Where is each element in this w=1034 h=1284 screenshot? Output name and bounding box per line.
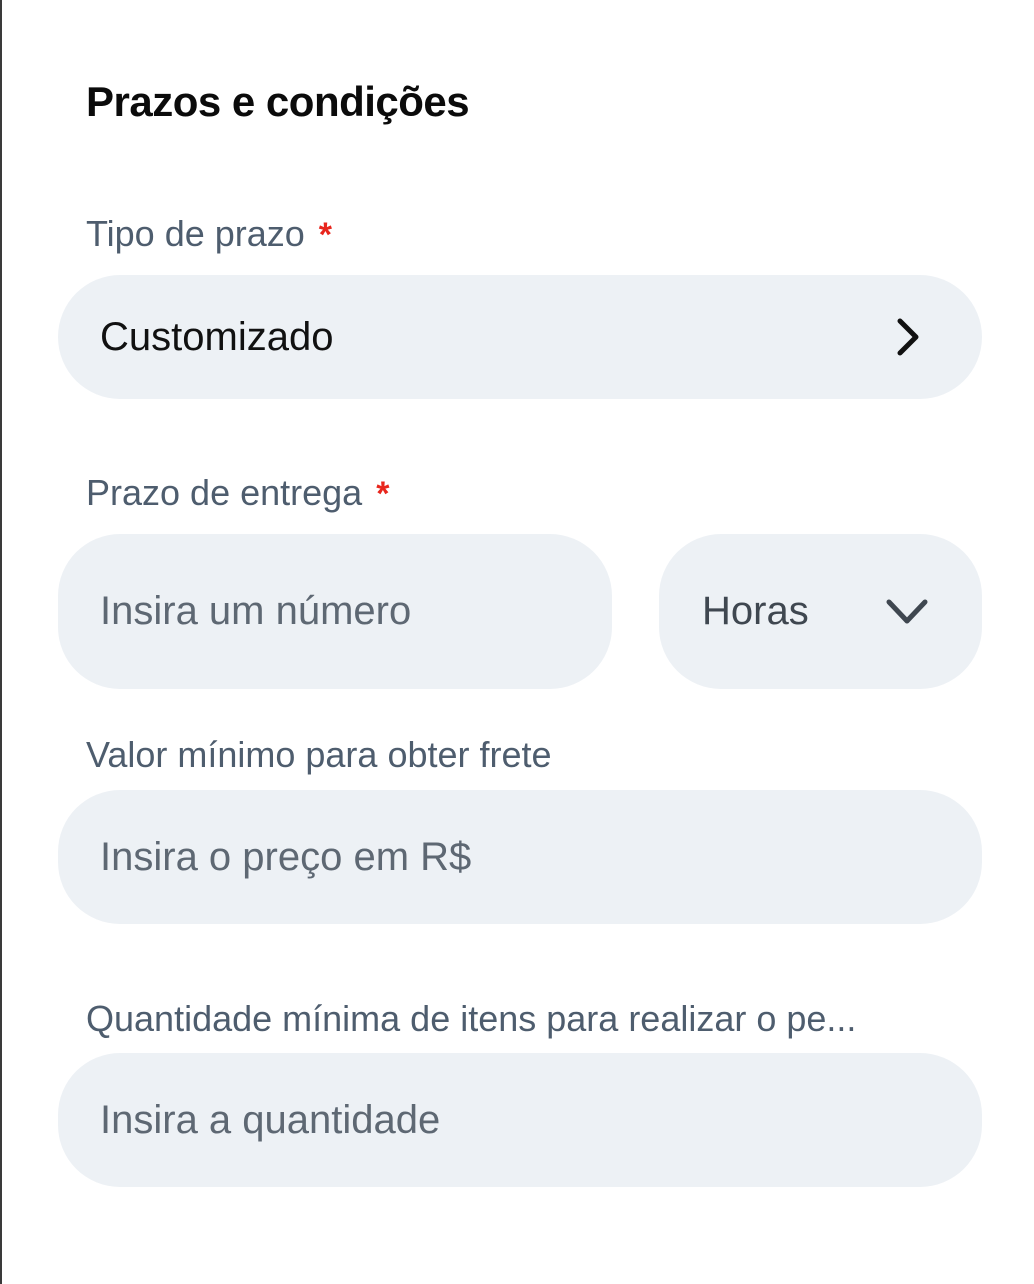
deadline-type-value: Customizado	[100, 314, 334, 359]
delivery-time-unit-value: Horas	[702, 589, 809, 633]
delivery-time-input[interactable]: Insira um número	[58, 534, 612, 689]
chevron-down-icon	[886, 599, 928, 624]
min-shipping-value-placeholder: Insira o preço em R$	[100, 834, 472, 879]
delivery-time-unit-select[interactable]: Horas	[659, 534, 982, 689]
min-shipping-value-input[interactable]: Insira o preço em R$	[58, 790, 982, 924]
min-items-input[interactable]: Insira a quantidade	[58, 1053, 982, 1187]
min-items-label: Quantidade mínima de itens para realizar…	[86, 998, 857, 1039]
delivery-time-label: Prazo de entrega *	[86, 472, 389, 514]
deadline-type-select[interactable]: Customizado	[58, 275, 982, 399]
section-title: Prazos e condições	[86, 78, 470, 125]
deadline-type-label: Tipo de prazo *	[86, 213, 332, 255]
min-items-placeholder: Insira a quantidade	[100, 1097, 441, 1142]
chevron-right-icon	[897, 318, 919, 356]
required-asterisk: *	[376, 475, 390, 513]
min-shipping-value-label: Valor mínimo para obter frete	[86, 734, 552, 775]
terms-panel: Prazos e condições Tipo de prazo * Custom…	[0, 0, 1034, 1284]
required-asterisk: *	[318, 216, 333, 254]
delivery-time-label-text: Prazo de entrega	[86, 472, 363, 513]
deadline-type-label-text: Tipo de prazo	[86, 213, 305, 254]
delivery-time-placeholder: Insira um número	[100, 589, 412, 633]
